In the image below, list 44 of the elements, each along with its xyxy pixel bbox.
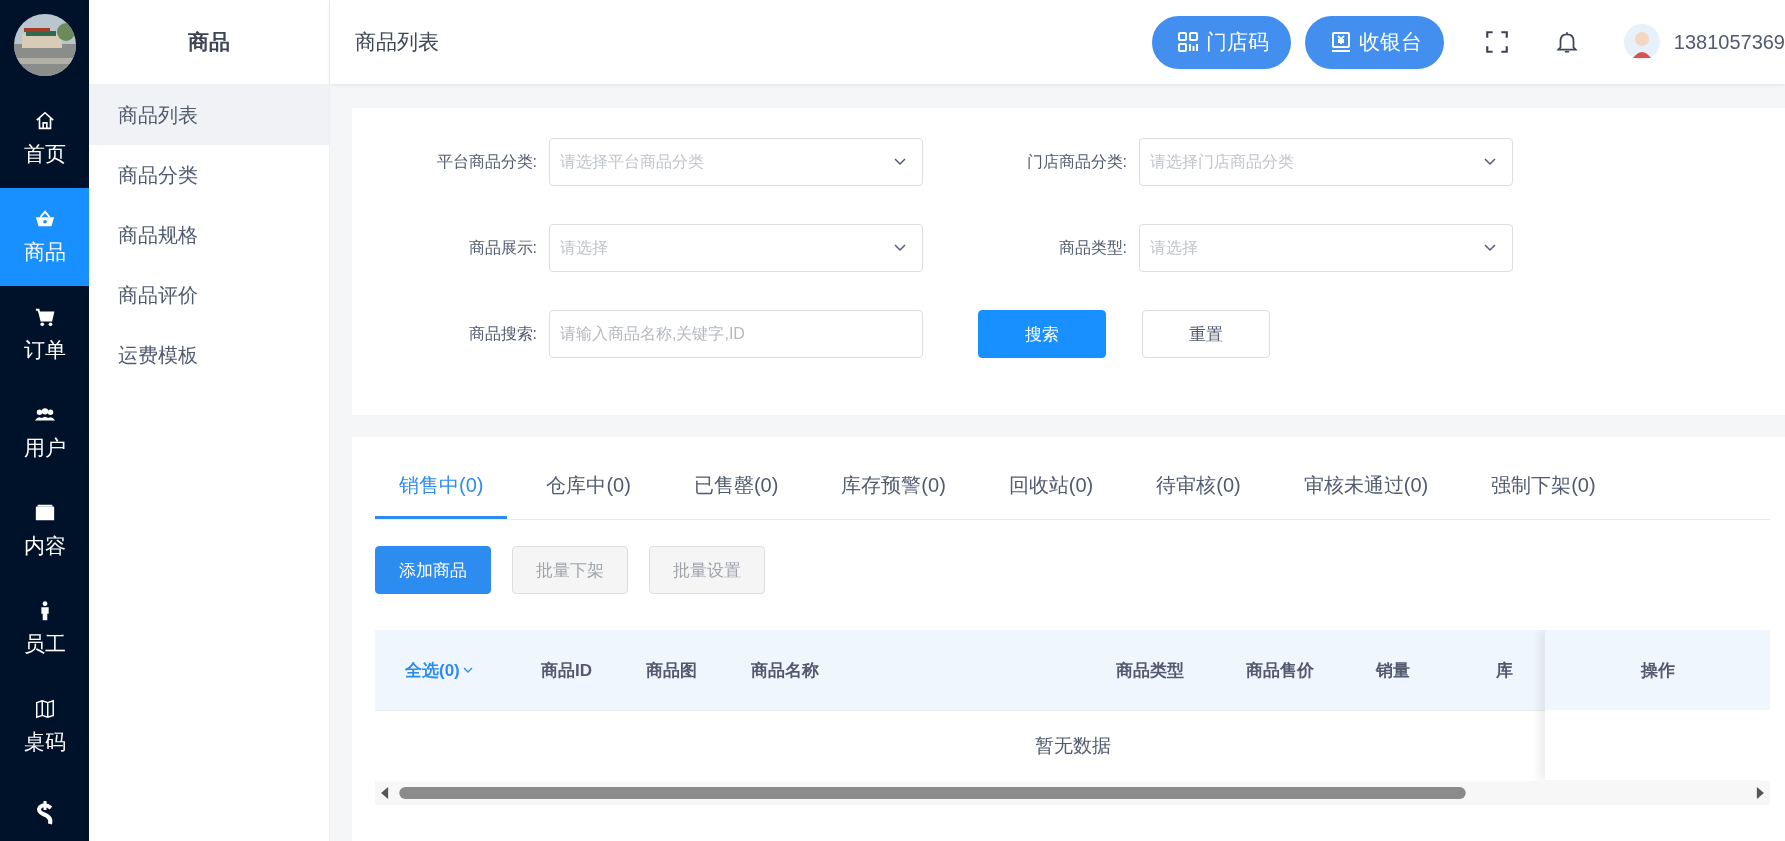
tab[interactable]: 待审核(0) (1132, 455, 1265, 519)
submenu-item[interactable]: 运费模板 (89, 325, 329, 385)
column-header: 商品名称 (751, 660, 819, 680)
nav-item[interactable]: 用户 (0, 384, 89, 482)
column-header: 操作 (1640, 659, 1675, 682)
nav-item[interactable]: 桌码 (0, 678, 89, 776)
submenu-item[interactable]: 商品分类 (89, 145, 329, 205)
map-icon (33, 698, 56, 720)
field-label: 平台商品分类: (435, 151, 538, 172)
cart-icon (33, 306, 56, 328)
home-icon (33, 110, 56, 132)
column-header: 商品ID (541, 660, 592, 680)
field-label: 商品展示: (467, 237, 538, 258)
user-name[interactable]: 1381057369 (1673, 30, 1785, 54)
reset-button[interactable]: 重置 (1142, 310, 1270, 358)
horizontal-scrollbar[interactable] (375, 781, 1770, 805)
submenu-item[interactable]: 商品列表 (89, 85, 329, 145)
tab[interactable]: 已售罄(0) (669, 455, 803, 519)
column-header: 库 (1496, 660, 1513, 680)
column-header: 销量 (1376, 660, 1410, 680)
avatar-icon[interactable] (1623, 24, 1660, 60)
field-label: 商品搜索: (467, 323, 538, 344)
nav-item[interactable]: 订单 (0, 286, 89, 384)
search-field[interactable]: 请输入商品名称,关键字,ID (549, 310, 923, 358)
nav-item[interactable]: 首页 (0, 90, 89, 188)
fullscreen-icon[interactable] (1483, 29, 1510, 55)
submenu-item[interactable]: 商品评价 (89, 265, 329, 325)
submenu-item[interactable]: 商品规格 (89, 205, 329, 265)
tab[interactable]: 库存预警(0) (817, 455, 970, 519)
column-header: 商品售价 (1246, 660, 1314, 680)
tab[interactable]: 审核未通过(0) (1279, 455, 1453, 519)
tab[interactable]: 仓库中(0) (522, 455, 655, 519)
nav-item[interactable]: 内容 (0, 482, 89, 580)
field-label: 商品类型: (1057, 237, 1128, 258)
page-title: 商品列表 (355, 29, 440, 55)
empty-message: 暂无数据 (1034, 734, 1111, 758)
tab[interactable]: 销售中(0) (375, 455, 508, 519)
nav-item[interactable]: 员工 (0, 580, 89, 678)
tab[interactable]: 回收站(0) (984, 455, 1118, 519)
qr-code-icon (1175, 30, 1200, 54)
tab[interactable]: 强制下架(0) (1467, 455, 1620, 519)
column-header: 商品类型 (1116, 660, 1184, 680)
column-header: 商品图 (646, 660, 697, 680)
field-label: 门店商品分类: (1025, 151, 1128, 172)
